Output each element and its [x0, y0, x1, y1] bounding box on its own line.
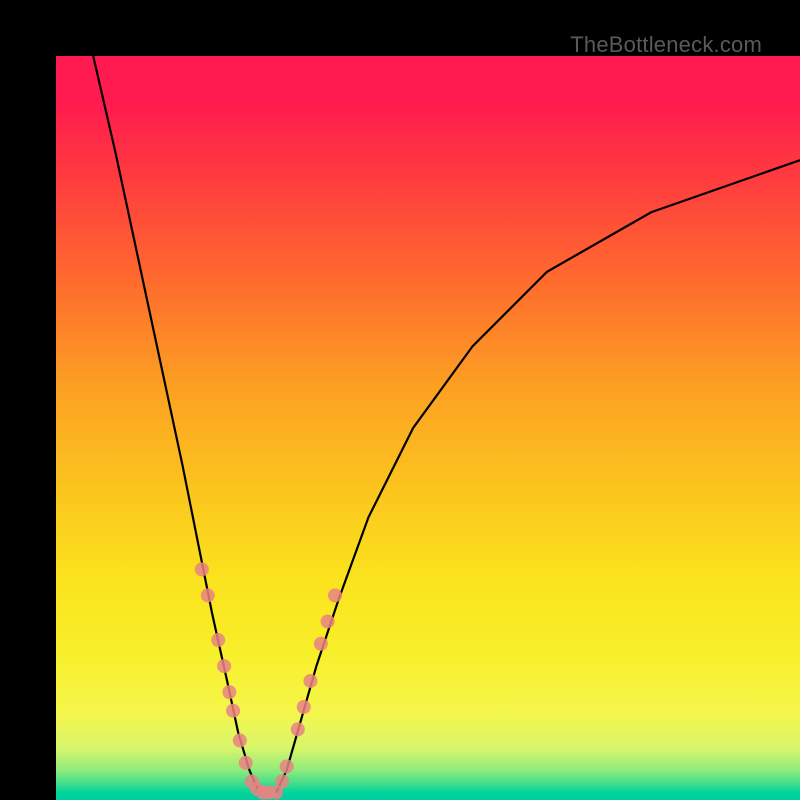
- data-marker: [201, 588, 215, 602]
- chart-svg: [56, 56, 800, 800]
- data-marker: [328, 588, 342, 602]
- marker-layer: [195, 562, 342, 799]
- chart-plot-area: [56, 56, 800, 800]
- left-curve: [93, 56, 259, 793]
- chart-frame: TheBottleneck.com: [0, 0, 800, 800]
- data-marker: [314, 637, 328, 651]
- data-marker: [217, 659, 231, 673]
- data-marker: [321, 614, 335, 628]
- data-marker: [291, 722, 305, 736]
- data-marker: [211, 633, 225, 647]
- watermark-text: TheBottleneck.com: [570, 32, 762, 58]
- data-marker: [239, 756, 253, 770]
- data-marker: [275, 774, 289, 788]
- data-marker: [297, 700, 311, 714]
- right-curve: [276, 160, 800, 792]
- data-marker: [226, 704, 240, 718]
- data-marker: [222, 685, 236, 699]
- data-marker: [280, 760, 294, 774]
- data-marker: [233, 733, 247, 747]
- data-marker: [303, 674, 317, 688]
- data-marker: [195, 562, 209, 576]
